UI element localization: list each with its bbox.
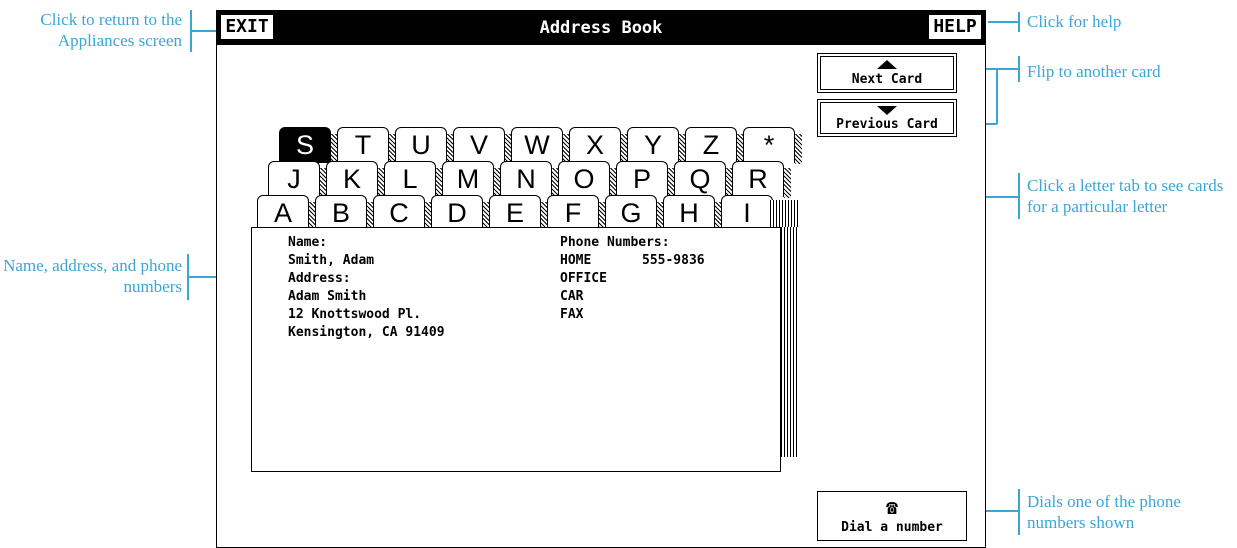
letter-tab-s[interactable]: S [279, 127, 338, 164]
name-value: Smith, Adam [288, 253, 375, 268]
letter-tab-q[interactable]: Q [674, 161, 733, 198]
letter-tab-z[interactable]: Z [685, 127, 744, 164]
letter-tab-r[interactable]: R [732, 161, 791, 198]
letter-tab-e[interactable]: E [489, 195, 548, 232]
next-card-label: Next Card [851, 72, 923, 87]
phone-type: FAX [560, 307, 584, 322]
letter-tab-y[interactable]: Y [627, 127, 686, 164]
phone-numbers-label: Phone Numbers: [560, 235, 670, 250]
phone-type: CAR [560, 289, 584, 304]
callout-exit: Click to return to the Appliances screen [40, 10, 182, 50]
card-stack-side [781, 227, 799, 457]
letter-tab-n[interactable]: N [500, 161, 559, 198]
letter-tab-p[interactable]: P [616, 161, 675, 198]
callout-tabs: Click a letter tab to see cards for a pa… [1027, 176, 1224, 216]
previous-card-label: Previous Card [836, 117, 938, 132]
address-line: Kensington, CA 91409 [288, 325, 445, 340]
letter-tab-o[interactable]: O [558, 161, 617, 198]
letter-tab-v[interactable]: V [453, 127, 512, 164]
letter-tab-k[interactable]: K [326, 161, 385, 198]
letter-tab-m[interactable]: M [442, 161, 501, 198]
letter-tab-i[interactable]: I [721, 195, 780, 232]
previous-card-button[interactable]: Previous Card [817, 99, 957, 137]
letter-tab-b[interactable]: B [315, 195, 374, 232]
telephone-icon: ☎ [885, 495, 899, 519]
letter-tab-w[interactable]: W [511, 127, 570, 164]
callout-flip: Flip to another card [1027, 62, 1161, 81]
letter-tab-u[interactable]: U [395, 127, 454, 164]
card-stack-top [770, 200, 798, 230]
letter-tab-j[interactable]: J [268, 161, 327, 198]
letter-tab-d[interactable]: D [431, 195, 490, 232]
letter-tab-g[interactable]: G [605, 195, 664, 232]
phone-type: HOME [560, 253, 592, 268]
dial-number-label: Dial a number [841, 520, 943, 535]
letter-tab-x[interactable]: X [569, 127, 628, 164]
letter-tab-a[interactable]: A [257, 195, 316, 232]
callout-dial: Dials one of the phone numbers shown [1027, 492, 1181, 532]
title-bar: Address Book EXIT HELP [217, 11, 985, 45]
letter-tab-c[interactable]: C [373, 195, 432, 232]
next-card-button[interactable]: Next Card [817, 53, 957, 93]
address-label: Address: [288, 271, 351, 286]
dial-number-button[interactable]: ☎ Dial a number [817, 491, 967, 541]
name-label: Name: [288, 235, 328, 250]
phone-type: OFFICE [560, 271, 607, 286]
letter-tab-t[interactable]: T [337, 127, 396, 164]
help-button[interactable]: HELP [927, 13, 983, 41]
address-card: Name: Smith, Adam Address: Adam Smith 12… [251, 227, 781, 472]
letter-tab-h[interactable]: H [663, 195, 722, 232]
letter-tab-l[interactable]: L [384, 161, 443, 198]
letter-tab-f[interactable]: F [547, 195, 606, 232]
exit-button[interactable]: EXIT [219, 13, 275, 41]
address-line: Adam Smith [288, 289, 367, 304]
callout-help: Click for help [1027, 12, 1122, 31]
letter-tab-other[interactable]: * [743, 127, 802, 164]
window-title: Address Book [539, 18, 663, 38]
phone-number: 555-9836 [642, 253, 705, 268]
address-line: 12 Knottswood Pl. [288, 307, 422, 322]
callout-name: Name, address, and phone numbers [3, 256, 182, 296]
